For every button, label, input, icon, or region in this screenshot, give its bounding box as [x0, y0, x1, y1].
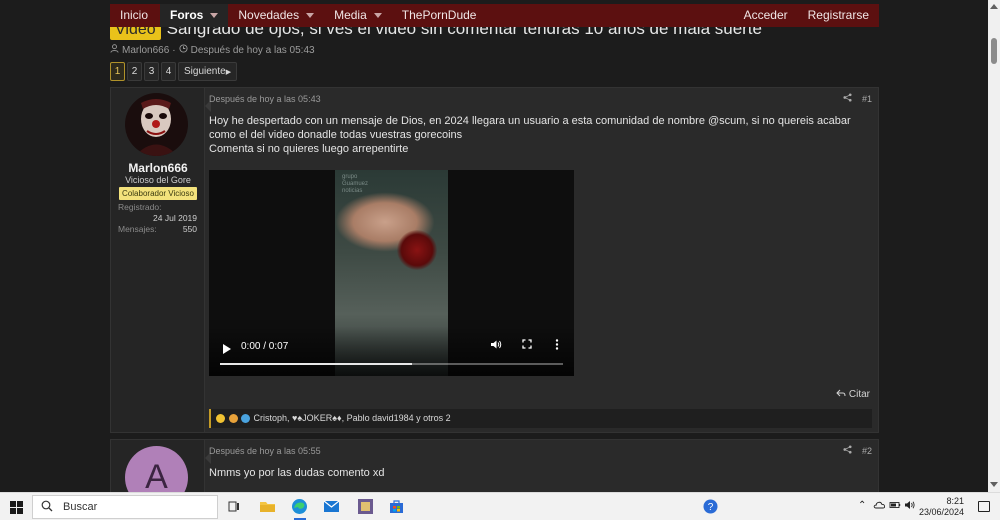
- page-3-button[interactable]: 3: [144, 62, 159, 81]
- search-icon: [41, 500, 53, 515]
- notifications-icon[interactable]: [978, 501, 990, 512]
- page-scrollbar[interactable]: [988, 0, 1000, 492]
- registered-value: 24 Jul 2019: [153, 213, 197, 223]
- cloud-icon[interactable]: [873, 500, 886, 513]
- svg-text:?: ?: [708, 502, 714, 513]
- username[interactable]: Marlon666: [111, 161, 205, 175]
- scroll-up-icon[interactable]: [990, 4, 998, 9]
- avatar[interactable]: [125, 93, 188, 156]
- thread-meta: Marlon666 · Después de hoy a las 05:43: [110, 44, 315, 56]
- clock-date: 23/06/2024: [918, 507, 964, 517]
- taskbar-search[interactable]: Buscar: [32, 495, 218, 519]
- login-link[interactable]: Acceder: [734, 4, 798, 27]
- store-icon[interactable]: [388, 498, 405, 515]
- nav-media[interactable]: Media: [324, 4, 392, 27]
- nav-theporndude-label: ThePornDude: [401, 8, 477, 22]
- chevron-down-icon[interactable]: [210, 13, 219, 19]
- nav-novedades-label: Novedades: [238, 8, 300, 22]
- thread-date[interactable]: Después de hoy a las 05:43: [191, 45, 315, 56]
- video-stain: [397, 230, 437, 270]
- post-number[interactable]: #2: [862, 446, 872, 456]
- scrollbar-thumb[interactable]: [991, 38, 997, 64]
- nav-inicio[interactable]: Inicio: [110, 4, 158, 27]
- meta-separator: ·: [172, 44, 176, 56]
- battery-icon[interactable]: [889, 500, 901, 513]
- main-nav: Inicio Foros Novedades Media ThePornDude…: [110, 4, 879, 27]
- fullscreen-icon[interactable]: [522, 339, 532, 352]
- share-icon[interactable]: [843, 445, 852, 457]
- app-icon[interactable]: [357, 498, 374, 515]
- post-2: A Después de hoy a las 05:55 #2 Nmms yo …: [110, 439, 879, 492]
- page-1-button[interactable]: 1: [110, 62, 125, 81]
- video-controls: 0:00 / 0:07: [209, 326, 574, 376]
- scroll-down-icon[interactable]: [990, 482, 998, 487]
- video-progress-fill: [220, 363, 413, 365]
- video-player[interactable]: grupo Guamuez noticias 0:00 / 0:07: [209, 170, 574, 376]
- messages-label: Mensajes:: [118, 224, 157, 234]
- taskbar: Buscar ? ⌃ 8:21 23/06/2024: [0, 492, 1000, 520]
- page-4-button[interactable]: 4: [161, 62, 176, 81]
- share-icon[interactable]: [843, 93, 852, 105]
- post-date[interactable]: Después de hoy a las 05:55: [209, 446, 321, 456]
- reactions-text[interactable]: Cristoph, ♥♠JOKER♠♦, Pablo david1984 y o…: [254, 413, 451, 423]
- nav-foros-label: Foros: [170, 8, 204, 22]
- file-explorer-icon[interactable]: [259, 498, 276, 515]
- taskbar-clock[interactable]: 8:21 23/06/2024: [919, 496, 964, 518]
- mail-icon[interactable]: [323, 498, 340, 515]
- chevron-down-icon[interactable]: [306, 13, 315, 19]
- user-banner: Colaborador Vicioso: [119, 187, 197, 200]
- reaction-shock-icon: [216, 414, 225, 424]
- user-title: Vicioso del Gore: [125, 175, 191, 185]
- post-body-line-2: Comenta si no quieres luego arrepentirte: [209, 143, 409, 155]
- reply-icon: [836, 389, 849, 400]
- clock-icon: [179, 44, 188, 56]
- user-icon: [110, 44, 119, 56]
- register-link[interactable]: Registrarse: [798, 4, 879, 27]
- reaction-sad-icon: [228, 414, 238, 424]
- avatar[interactable]: A: [125, 446, 188, 492]
- volume-icon[interactable]: [904, 500, 916, 513]
- post-1: Marlon666 Vicioso del Gore Colaborador V…: [110, 87, 879, 433]
- pagination: 1 2 3 4 Siguiente▶: [110, 62, 238, 81]
- chevron-up-icon[interactable]: ⌃: [858, 500, 866, 511]
- registered-label: Registrado:: [118, 202, 162, 212]
- nav-inicio-label: Inicio: [120, 8, 149, 22]
- play-icon[interactable]: [223, 344, 231, 354]
- post-number[interactable]: #1: [862, 94, 872, 104]
- more-options-icon[interactable]: [555, 339, 559, 353]
- video-progress-track[interactable]: [220, 363, 563, 365]
- windows-start-icon[interactable]: [10, 501, 23, 514]
- post-2-user-cell: A: [111, 440, 205, 492]
- search-placeholder: Buscar: [63, 501, 98, 513]
- nav-novedades[interactable]: Novedades: [228, 4, 324, 27]
- next-page-label: Siguiente: [184, 66, 226, 77]
- clock-time: 8:21: [946, 496, 964, 506]
- chevron-right-icon: ▶: [225, 69, 232, 76]
- task-view-icon[interactable]: [226, 498, 243, 515]
- messages-value: 550: [182, 224, 197, 234]
- reactions-bar[interactable]: Cristoph, ♥♠JOKER♠♦, Pablo david1984 y o…: [209, 409, 872, 428]
- next-page-button[interactable]: Siguiente▶: [178, 62, 238, 81]
- nav-theporndude[interactable]: ThePornDude: [392, 4, 487, 27]
- post-date[interactable]: Después de hoy a las 05:43: [209, 94, 321, 104]
- page-2-button[interactable]: 2: [127, 62, 142, 81]
- nav-foros[interactable]: Foros: [160, 4, 229, 27]
- volume-icon[interactable]: [490, 339, 502, 353]
- reaction-like-icon: [241, 414, 251, 424]
- post-body-line-1: Hoy he despertado con un mensaje de Dios…: [209, 115, 851, 141]
- post-1-user-cell: Marlon666 Vicioso del Gore Colaborador V…: [111, 88, 205, 432]
- quote-button[interactable]: Citar: [836, 389, 870, 400]
- post-body: Nmms yo por las dudas comento xd: [209, 467, 385, 479]
- video-time: 0:00 / 0:07: [241, 341, 289, 352]
- help-icon[interactable]: ?: [702, 498, 719, 515]
- post-body: Hoy he despertado con un mensaje de Dios…: [209, 114, 869, 156]
- forum-page: Video Sangrado de ojos, si ves el video s…: [0, 0, 988, 492]
- thread-author[interactable]: Marlon666: [122, 45, 169, 56]
- edge-browser-icon[interactable]: [291, 498, 308, 515]
- nav-media-label: Media: [334, 8, 367, 22]
- chevron-down-icon[interactable]: [373, 13, 382, 19]
- quote-label: Citar: [848, 389, 870, 400]
